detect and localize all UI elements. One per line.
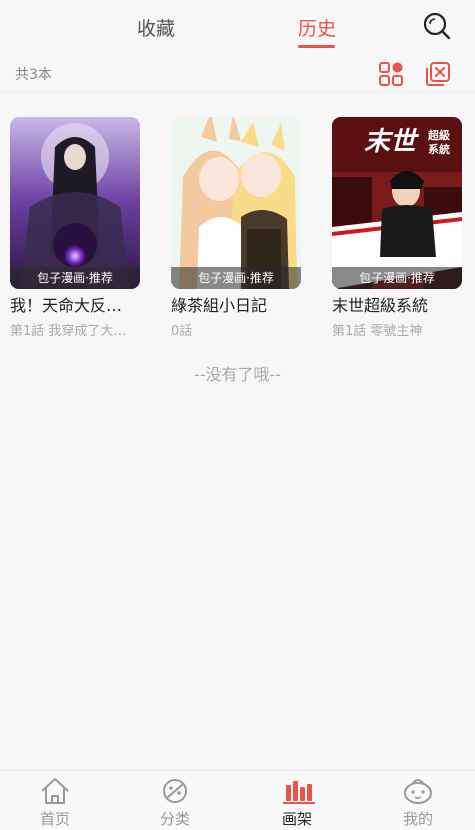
book-grid: 包子漫画·推荐 我！天命大反… 第1話 我穿成了大… 包子漫画·推荐 綠茶組小日…	[0, 117, 475, 342]
end-of-list-note: --没有了哦--	[193, 365, 282, 384]
cover-ribbon: 包子漫画·推荐	[332, 267, 462, 289]
book-cover[interactable]: 末世 超級 系統 包子漫画·推荐	[332, 117, 462, 289]
book-cover[interactable]: 包子漫画·推荐	[171, 117, 301, 289]
grid-view-icon	[379, 62, 403, 86]
clear-icon	[426, 62, 450, 86]
search-icon	[423, 12, 451, 40]
book-card[interactable]: 包子漫画·推荐 綠茶組小日記 0話	[171, 117, 301, 339]
cover-image	[10, 117, 140, 289]
book-title[interactable]: 我！天命大反…	[10, 292, 140, 316]
shelf-toolbar: 共3本	[0, 55, 475, 93]
home-icon	[41, 778, 69, 804]
cover-ribbon: 包子漫画·推荐	[10, 267, 140, 289]
tab-history[interactable]: 历史	[298, 14, 336, 41]
nav-profile[interactable]: 我的	[378, 775, 458, 829]
active-tab-indicator	[298, 45, 335, 48]
nav-label: 画架	[281, 810, 312, 828]
cover-image: 末世 超級 系統	[332, 117, 462, 289]
bottom-nav: 首页 分类 画架 我的	[0, 770, 475, 830]
book-progress: 第1話 我穿成了大…	[10, 324, 127, 339]
category-icon	[163, 779, 187, 803]
tab-favorites[interactable]: 收藏	[137, 14, 175, 41]
book-count: 共3本	[15, 67, 52, 83]
book-cover[interactable]: 包子漫画·推荐	[10, 117, 140, 289]
nav-label: 首页	[39, 810, 70, 828]
book-card[interactable]: 包子漫画·推荐 我！天命大反… 第1話 我穿成了大…	[10, 117, 140, 339]
nav-label: 分类	[159, 810, 190, 828]
bookshelf-icon	[283, 781, 315, 804]
clear-history-button[interactable]	[424, 60, 452, 88]
book-progress: 0話	[171, 324, 193, 339]
cover-ribbon: 包子漫画·推荐	[171, 267, 301, 289]
cover-title-sub1: 超級	[427, 128, 450, 142]
search-button[interactable]	[421, 10, 453, 42]
nav-category[interactable]: 分类	[135, 775, 215, 829]
cover-title-sub2: 系統	[428, 142, 450, 156]
profile-icon	[404, 779, 432, 804]
nav-label: 我的	[402, 810, 433, 828]
nav-bookshelf[interactable]: 画架	[257, 775, 337, 829]
book-progress: 第1話 零號主神	[332, 324, 423, 339]
cover-title-main: 末世	[364, 127, 420, 157]
book-card[interactable]: 末世 超級 系統 包子漫画·推荐 末世超級系統 第1話 零號主神	[332, 117, 462, 339]
cover-image	[171, 117, 301, 289]
book-title[interactable]: 末世超級系統	[332, 292, 462, 316]
grid-view-button[interactable]	[377, 60, 405, 88]
book-title[interactable]: 綠茶組小日記	[171, 292, 301, 316]
nav-home[interactable]: 首页	[15, 775, 95, 829]
top-bar: 收藏 历史	[0, 0, 475, 55]
